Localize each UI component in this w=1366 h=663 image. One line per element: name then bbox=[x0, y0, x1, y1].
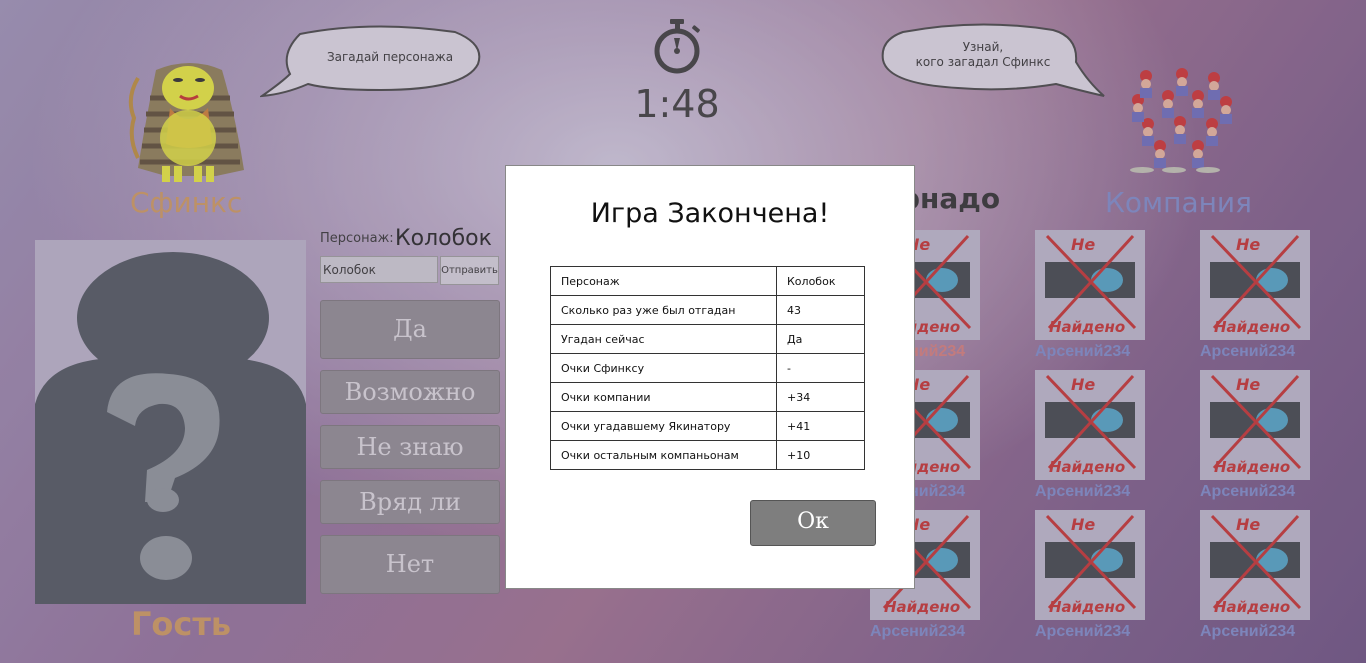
row-value: Да bbox=[776, 324, 865, 354]
table-row: Очки угадавшему Якинатору +41 bbox=[550, 411, 865, 441]
row-label: Очки угадавшему Якинатору bbox=[550, 411, 777, 441]
table-row: Очки компании +34 bbox=[550, 382, 865, 412]
dialog-title: Игра Закончена! bbox=[590, 198, 830, 229]
row-value: +10 bbox=[776, 440, 865, 470]
row-label: Угадан сейчас bbox=[550, 324, 777, 354]
ok-button[interactable]: Ок bbox=[750, 500, 876, 546]
row-value: 43 bbox=[776, 295, 865, 325]
row-label: Очки остальным компаньонам bbox=[550, 440, 777, 470]
row-value: +41 bbox=[776, 411, 865, 441]
row-value: +34 bbox=[776, 382, 865, 412]
game-over-dialog: Игра Закончена! Персонаж Колобок Сколько … bbox=[505, 165, 915, 589]
table-row: Очки Сфинксу - bbox=[550, 353, 865, 383]
results-table: Персонаж Колобок Сколько раз уже был отга… bbox=[550, 266, 865, 470]
row-label: Персонаж bbox=[550, 266, 777, 296]
row-label: Очки Сфинксу bbox=[550, 353, 777, 383]
row-label: Очки компании bbox=[550, 382, 777, 412]
table-row: Угадан сейчас Да bbox=[550, 324, 865, 354]
table-row: Очки остальным компаньонам +10 bbox=[550, 440, 865, 470]
row-value: - bbox=[776, 353, 865, 383]
row-value: Колобок bbox=[776, 266, 865, 296]
row-label: Сколько раз уже был отгадан bbox=[550, 295, 777, 325]
table-row: Сколько раз уже был отгадан 43 bbox=[550, 295, 865, 325]
table-row: Персонаж Колобок bbox=[550, 266, 865, 296]
